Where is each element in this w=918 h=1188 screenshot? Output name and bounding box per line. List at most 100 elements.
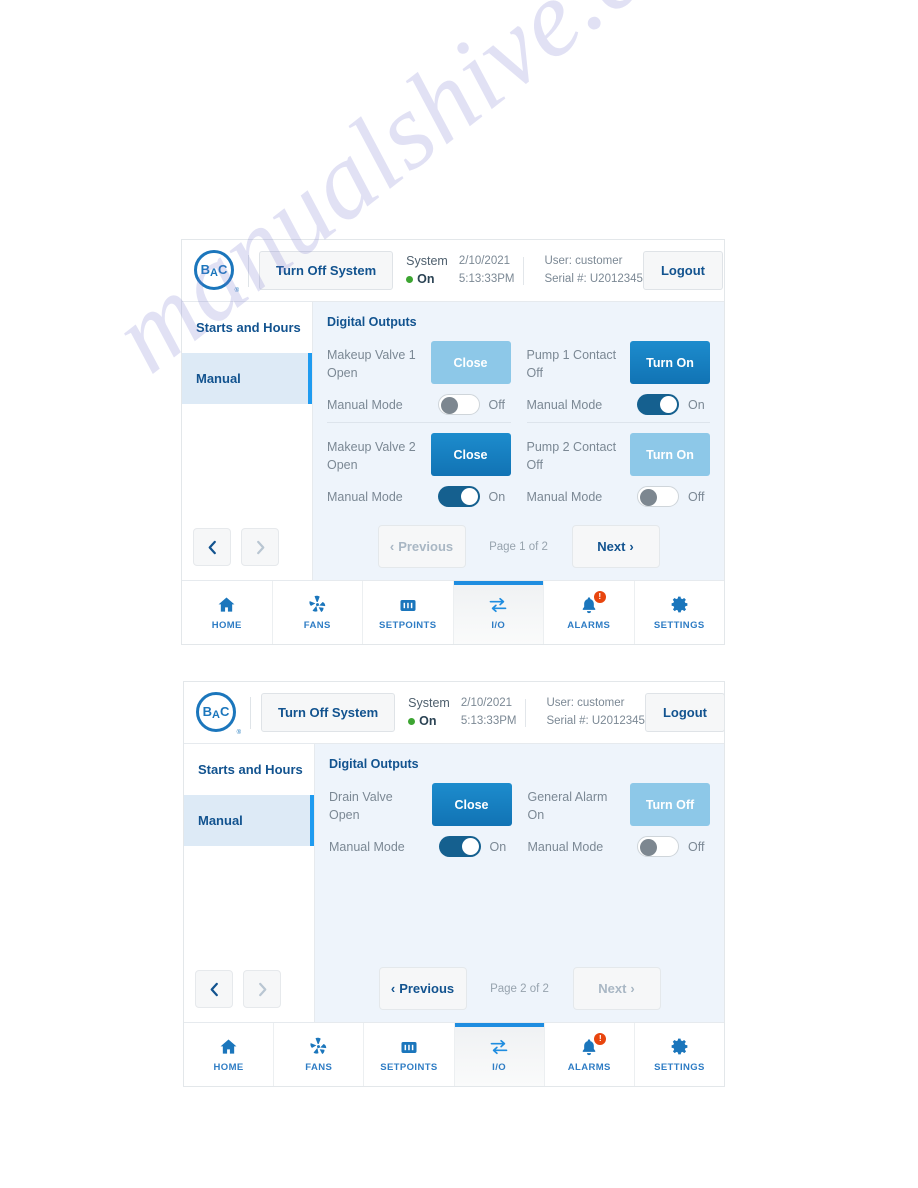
sidebar-item-starts-and-hours[interactable]: Starts and Hours [182, 302, 312, 353]
manual-mode-label: Manual Mode [327, 489, 403, 504]
manual-mode-toggle[interactable] [438, 836, 481, 857]
io-arrows-icon [487, 595, 509, 615]
output-name: Makeup Valve 1 Open [327, 341, 416, 383]
output-action-button[interactable]: Close [430, 341, 511, 384]
toggle-knob [640, 839, 657, 856]
output-row-top: General Alarm On Turn Off [527, 783, 710, 826]
output-device-status: Off [526, 365, 543, 380]
manual-mode-toggle[interactable] [437, 394, 480, 415]
pagination: ‹ Previous Page 2 of 2 Next › [329, 967, 710, 1022]
user-info: User: customer Serial #: U2012345 [546, 695, 644, 730]
header-divider [248, 254, 249, 287]
output-device-status: Open [327, 365, 358, 380]
sidebar: Starts and Hours Manual [184, 744, 315, 1022]
chevron-right-icon: › [630, 981, 635, 996]
output-device-label: General Alarm [527, 790, 608, 804]
manual-mode-state: On [488, 489, 506, 504]
nav-item-fans[interactable]: FANS [274, 1023, 365, 1086]
fan-icon [308, 1037, 329, 1057]
output-device-status: Open [329, 807, 360, 822]
nav-item-i-o[interactable]: I/O [454, 1023, 545, 1086]
meta-divider [523, 256, 525, 285]
registered-mark: ® [234, 287, 239, 294]
output-action-button[interactable]: Turn Off [630, 783, 710, 826]
nav-item-fans[interactable]: FANS [273, 581, 363, 644]
logout-button[interactable]: Logout [642, 251, 723, 290]
output-action-button[interactable]: Close [431, 783, 512, 826]
output-cell: Pump 1 Contact Off Turn On Manual Mode On [527, 341, 710, 415]
gear-icon [669, 595, 690, 615]
nav-item-alarms[interactable]: ! ALARMS [544, 581, 635, 644]
home-icon [218, 1037, 239, 1057]
toggle-knob [640, 489, 657, 506]
output-action-button[interactable]: Turn On [630, 433, 710, 476]
output-row-top: Pump 2 Contact Off Turn On [527, 433, 710, 476]
output-device-status: Off [526, 457, 543, 472]
app-header: B A C ® Turn Off System System On 2/10/2021 5:13… [182, 240, 724, 302]
output-name: Makeup Valve 2 Open [327, 433, 416, 475]
previous-page-button[interactable]: ‹ Previous [378, 967, 467, 1010]
date-text: 2/10/2021 [458, 255, 511, 268]
output-action-button[interactable]: Turn On [630, 341, 710, 384]
user-info: User: customer Serial #: U2012345 [544, 253, 642, 288]
toggle-knob [660, 396, 677, 413]
nav-item-settings[interactable]: SETTINGS [635, 1023, 724, 1086]
nav-item-label: FANS [305, 1061, 333, 1073]
output-name: Pump 2 Contact Off [527, 433, 617, 475]
system-status-value: On [408, 713, 450, 731]
manual-mode-toggle[interactable] [637, 486, 679, 507]
manual-mode-toggle[interactable] [637, 836, 679, 857]
page-info: Page 1 of 2 [489, 540, 548, 553]
sidebar-prev-button[interactable] [193, 528, 231, 566]
output-device-status: Open [327, 457, 358, 472]
user-text: User: customer [544, 255, 623, 268]
chevron-left-icon: ‹ [390, 981, 396, 996]
sidebar-prev-button[interactable] [195, 970, 233, 1008]
page-info: Page 2 of 2 [490, 982, 549, 995]
logout-button[interactable]: Logout [644, 693, 724, 732]
nav-item-setpoints[interactable]: SETPOINTS [364, 1023, 455, 1086]
sidebar-item-starts-and-hours[interactable]: Starts and Hours [184, 744, 314, 795]
io-arrows-icon [488, 1037, 510, 1057]
meta-divider [525, 698, 527, 727]
nav-item-label: ALARMS [567, 1061, 611, 1073]
manual-mode-row: Manual Mode On [329, 836, 512, 857]
output-name: Drain Valve Open [329, 783, 393, 825]
time-text: 5:13:33PM [458, 272, 515, 285]
nav-item-i-o[interactable]: I/O [453, 581, 544, 644]
manual-mode-state: On [688, 397, 705, 412]
output-device-label: Pump 2 Contact [526, 440, 617, 454]
output-device-label: Pump 1 Contact [526, 348, 617, 362]
sidebar-item-manual[interactable]: Manual [182, 353, 312, 404]
output-action-button[interactable]: Close [430, 433, 511, 476]
sidebar-item-manual[interactable]: Manual [184, 795, 314, 846]
serial-text: Serial #: U2012345 [546, 714, 645, 727]
sidebar-next-button[interactable] [243, 970, 281, 1008]
output-cell: Pump 2 Contact Off Turn On Manual Mode Off [526, 415, 710, 507]
manual-mode-toggle[interactable] [637, 394, 679, 415]
nav-item-home[interactable]: HOME [184, 1023, 275, 1086]
output-cell: Drain Valve Open Close Manual Mode On [329, 783, 512, 857]
cell-divider [327, 422, 511, 423]
alarm-badge: ! [593, 590, 606, 603]
status-dot [408, 717, 416, 725]
nav-item-setpoints[interactable]: SETPOINTS [363, 581, 454, 644]
sidebar-pager [195, 970, 281, 1008]
section-title: Digital Outputs [329, 757, 419, 771]
device-screen-2: B A C ® Turn Off System System On 2/10/2021 5:13… [184, 682, 724, 1086]
bell-icon: ! [579, 1032, 607, 1057]
next-page-button[interactable]: Next › [571, 525, 660, 568]
bell-icon: ! [579, 590, 606, 615]
manual-mode-toggle[interactable] [437, 486, 480, 507]
fan-icon [307, 595, 328, 615]
nav-item-home[interactable]: HOME [182, 581, 273, 644]
system-status-value: On [406, 271, 448, 289]
next-page-button[interactable]: Next › [572, 967, 661, 1010]
previous-page-button[interactable]: ‹ Previous [377, 525, 466, 568]
output-name: Pump 1 Contact Off [527, 341, 617, 383]
nav-item-alarms[interactable]: ! ALARMS [545, 1023, 635, 1086]
turn-off-system-button[interactable]: Turn Off System [259, 251, 394, 290]
nav-item-settings[interactable]: SETTINGS [635, 581, 725, 644]
turn-off-system-button[interactable]: Turn Off System [261, 693, 396, 732]
sidebar-next-button[interactable] [241, 528, 279, 566]
